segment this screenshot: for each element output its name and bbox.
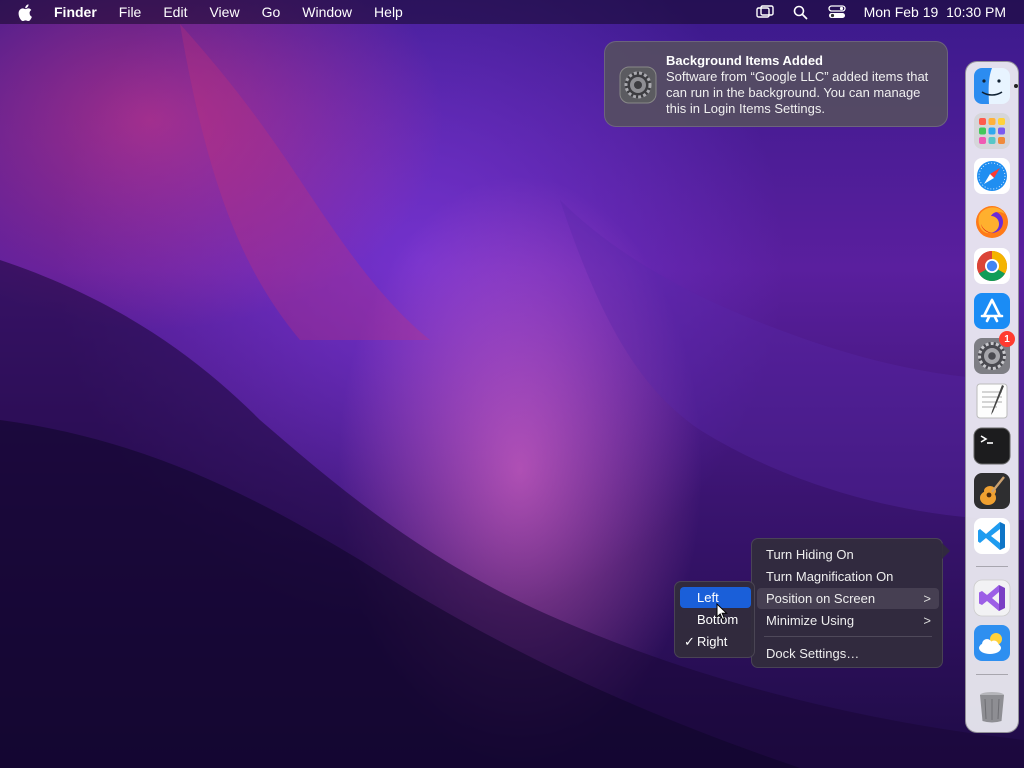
spotlight-search-icon[interactable] — [792, 3, 810, 21]
launchpad-icon[interactable] — [973, 112, 1011, 150]
chevron-right-icon: > — [923, 591, 931, 606]
menu-separator — [764, 636, 932, 637]
dock: 1 — [965, 61, 1019, 733]
position-right-item[interactable]: ✓ Right — [680, 631, 751, 652]
dock-divider — [976, 674, 1008, 675]
visual-studio-icon[interactable] — [973, 579, 1011, 617]
vscode-icon[interactable] — [973, 517, 1011, 555]
screen-mirroring-icon[interactable] — [755, 3, 774, 21]
control-center-icon[interactable] — [827, 3, 846, 21]
app-store-icon[interactable] — [973, 292, 1011, 330]
menu-go[interactable]: Go — [262, 4, 281, 20]
notification-banner[interactable]: Background Items Added Software from “Go… — [604, 41, 948, 127]
checkmark-icon: ✓ — [684, 634, 695, 649]
menu-app-name[interactable]: Finder — [54, 4, 97, 20]
mouse-pointer-icon — [716, 603, 728, 621]
turn-magnification-on-item[interactable]: Turn Magnification On — [757, 566, 939, 587]
notification-body: Software from “Google LLC” added items t… — [666, 69, 929, 116]
dock-settings-item[interactable]: Dock Settings… — [757, 643, 939, 664]
trash-icon[interactable] — [973, 687, 1011, 725]
position-on-screen-submenu: Left Bottom ✓ Right — [674, 581, 755, 658]
terminal-icon[interactable] — [973, 427, 1011, 465]
notification-badge: 1 — [999, 331, 1015, 347]
turn-hiding-on-item[interactable]: Turn Hiding On — [757, 544, 939, 565]
finder-running-indicator — [1014, 84, 1018, 88]
menu-help[interactable]: Help — [374, 4, 403, 20]
position-on-screen-item[interactable]: Position on Screen > — [757, 588, 939, 609]
position-right-label: Right — [697, 634, 728, 649]
dock-context-menu: Turn Hiding On Turn Magnification On Pos… — [751, 538, 950, 668]
weather-icon[interactable] — [973, 624, 1011, 662]
minimize-using-item[interactable]: Minimize Using > — [757, 610, 939, 631]
garageband-icon[interactable] — [973, 472, 1011, 510]
turn-hiding-on-label: Turn Hiding On — [766, 547, 854, 562]
menu-file[interactable]: File — [119, 4, 142, 20]
minimize-using-label: Minimize Using — [766, 613, 855, 628]
notification-title: Background Items Added — [666, 53, 823, 68]
dock-settings-label: Dock Settings… — [766, 646, 860, 661]
dock-divider — [976, 566, 1008, 567]
menu-bar: Finder File Edit View Go Window Help Mon… — [0, 0, 1024, 24]
menu-edit[interactable]: Edit — [163, 4, 187, 20]
apple-menu-icon[interactable] — [18, 3, 36, 21]
menu-window[interactable]: Window — [302, 4, 352, 20]
textedit-icon[interactable] — [973, 382, 1011, 420]
chevron-right-icon: > — [923, 613, 931, 628]
menubar-clock[interactable]: Mon Feb 19 10:30 PM — [864, 4, 1006, 20]
menu-view[interactable]: View — [209, 4, 239, 20]
system-settings-dock-icon[interactable]: 1 — [973, 331, 1015, 375]
safari-icon[interactable] — [973, 157, 1011, 195]
position-on-screen-label: Position on Screen — [766, 591, 876, 606]
system-settings-icon — [619, 66, 657, 104]
finder-icon[interactable] — [973, 67, 1011, 105]
chrome-icon[interactable] — [973, 247, 1011, 285]
turn-magnification-on-label: Turn Magnification On — [766, 569, 894, 584]
firefox-icon[interactable] — [973, 202, 1011, 240]
